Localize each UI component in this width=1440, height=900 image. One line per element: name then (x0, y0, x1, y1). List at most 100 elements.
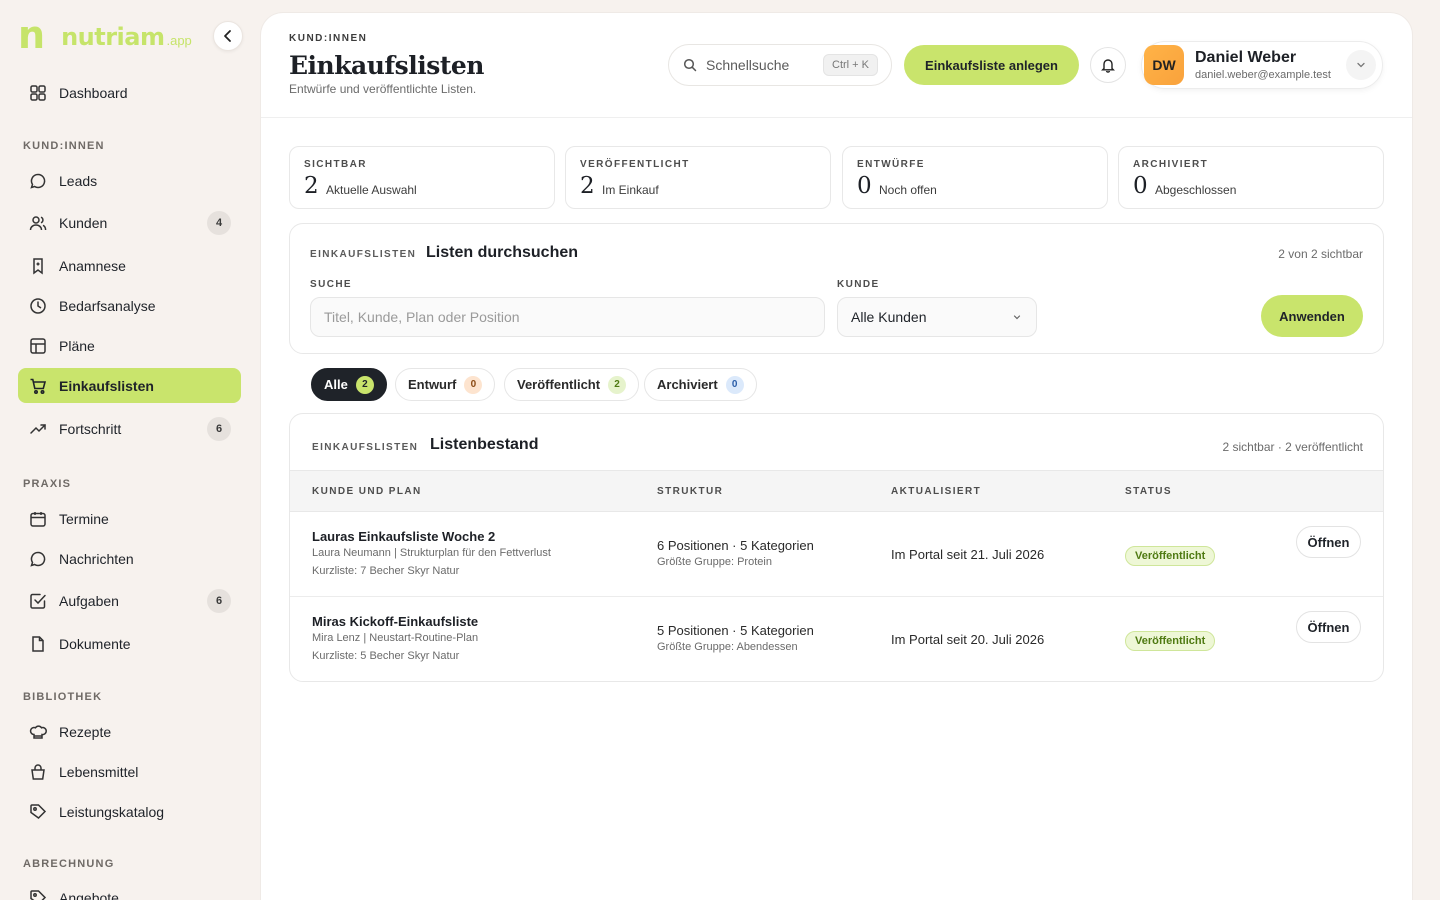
nav-section-title: ABRECHNUNG (23, 858, 115, 870)
chip-count: 0 (725, 375, 744, 394)
sidebar-item-label: Pläne (59, 337, 95, 354)
sidebar-item-fortschritt[interactable]: Fortschritt 6 (18, 411, 241, 446)
sidebar-item-label: Leistungskatalog (59, 803, 165, 820)
sidebar-item-label: Lebensmittel (59, 763, 139, 780)
count-badge: 4 (207, 211, 231, 235)
sidebar-item-label: Angebote (59, 889, 119, 900)
stat-label: SICHTBAR (304, 159, 367, 170)
chip-label: Archiviert (657, 377, 718, 392)
chip-count: 0 (464, 375, 483, 394)
list-customer-plan: Laura Neumann | Strukturplan für den Fet… (312, 547, 551, 559)
brand-logo[interactable]: n nutriam .app (18, 16, 192, 54)
table-header: KUNDE UND PLAN STRUKTUR AKTUALISIERT STA… (290, 470, 1383, 512)
list-title: Miras Kickoff-Einkaufsliste (312, 614, 479, 629)
sidebar-item-termine[interactable]: Termine (18, 501, 241, 536)
chip-label: Veröffentlicht (517, 377, 601, 392)
stat-card-veroeffentlicht: VERÖFFENTLICHT 2 Im Einkauf (565, 146, 831, 209)
customer-select[interactable]: Alle Kunden (837, 297, 1037, 337)
column-header: AKTUALISIERT (891, 486, 982, 497)
user-email: daniel.weber@example.test (1195, 69, 1331, 81)
chevron-down-icon (1357, 62, 1365, 68)
create-list-button[interactable]: Einkaufsliste anlegen (904, 45, 1079, 85)
nav-section-title: KUND:INNEN (23, 140, 105, 152)
filter-chip-alle[interactable]: Alle 2 (311, 368, 387, 401)
clock-icon (28, 296, 48, 316)
list-largest-group: Größte Gruppe: Abendessen (657, 641, 798, 653)
stat-label: ARCHIVIERT (1133, 159, 1209, 170)
file-icon (28, 634, 48, 654)
page-subtitle: Entwürfe und veröffentlichte Listen. (289, 82, 477, 96)
sidebar-item-leistungskatalog[interactable]: Leistungskatalog (18, 794, 241, 829)
brand-word: nutriam (61, 23, 165, 51)
stat-label: ENTWÜRFE (857, 159, 925, 170)
filter-chip-entwurf[interactable]: Entwurf 0 (395, 368, 496, 401)
table-row: Miras Kickoff-Einkaufsliste Mira Lenz | … (290, 597, 1383, 681)
list-shortlist: Kurzliste: 5 Becher Skyr Natur (312, 650, 460, 662)
sidebar-item-angebote[interactable]: Angebote (18, 880, 241, 900)
sidebar-item-bedarfsanalyse[interactable]: Bedarfsanalyse (18, 288, 241, 323)
panel-kicker: EINKAUFSLISTEN (312, 442, 419, 453)
avatar: DW (1144, 45, 1184, 85)
sidebar-item-kunden[interactable]: Kunden 4 (18, 205, 241, 240)
search-icon (683, 58, 697, 72)
tag-icon (28, 802, 48, 822)
sidebar-item-lebensmittel[interactable]: Lebensmittel (18, 754, 241, 789)
user-menu-toggle[interactable] (1346, 50, 1376, 80)
apply-button[interactable]: Anwenden (1261, 295, 1363, 337)
status-badge: Veröffentlicht (1125, 631, 1216, 651)
header-divider (261, 117, 1412, 118)
sidebar-item-dokumente[interactable]: Dokumente (18, 626, 241, 661)
sidebar-item-rezepte[interactable]: Rezepte (18, 714, 241, 749)
quick-search[interactable]: Schnellsuche Ctrl + K (668, 44, 892, 86)
sidebar-item-dashboard[interactable]: Dashboard (18, 75, 241, 110)
chevron-down-icon (1013, 315, 1021, 320)
chat-icon (28, 171, 48, 191)
sidebar-item-aufgaben[interactable]: Aufgaben 6 (18, 583, 241, 618)
bell-icon (1101, 59, 1115, 73)
list-structure: 6 Positionen · 5 Kategorien (657, 538, 814, 553)
stat-desc: Im Einkauf (602, 183, 659, 197)
open-button[interactable]: Öffnen (1296, 526, 1361, 558)
check-square-icon (28, 591, 48, 611)
sidebar-item-label: Dokumente (59, 635, 131, 652)
sidebar-item-label: Einkaufslisten (59, 377, 154, 394)
main-content: KUND:INNEN Einkaufslisten Entwürfe und v… (261, 13, 1412, 900)
sidebar-collapse-button[interactable] (213, 21, 243, 51)
trend-icon (28, 419, 48, 439)
sidebar-item-label: Nachrichten (59, 550, 134, 567)
notifications-button[interactable] (1090, 47, 1126, 83)
sidebar-item-nachrichten[interactable]: Nachrichten (18, 541, 241, 576)
cart-icon (28, 376, 48, 396)
count-badge: 6 (207, 589, 231, 613)
sidebar-item-label: Bedarfsanalyse (59, 297, 156, 314)
sidebar-item-anamnese[interactable]: Anamnese (18, 248, 241, 283)
stat-desc: Noch offen (879, 183, 937, 197)
sidebar-item-label: Anamnese (59, 257, 126, 274)
customer-select-value: Alle Kunden (851, 309, 927, 325)
bookmark-icon (28, 256, 48, 276)
sidebar-item-label: Aufgaben (59, 592, 119, 609)
nav-section-title: PRAXIS (23, 478, 72, 490)
sidebar-item-plaene[interactable]: Pläne (18, 328, 241, 363)
stat-value: 2 (580, 173, 595, 199)
sidebar: n nutriam .app Dashboard KUND:INNEN Lead… (0, 0, 260, 900)
list-summary: 2 sichtbar · 2 veröffentlicht (1222, 440, 1363, 454)
list-panel: EINKAUFSLISTEN Listenbestand 2 sichtbar … (289, 413, 1384, 682)
user-name: Daniel Weber (1195, 49, 1297, 66)
list-search-input[interactable]: Titel, Kunde, Plan oder Position (310, 297, 825, 337)
customer-field-label: KUNDE (837, 279, 880, 290)
filter-panel: EINKAUFSLISTEN Listen durchsuchen 2 von … (289, 223, 1384, 354)
open-button[interactable]: Öffnen (1296, 611, 1361, 643)
stat-value: 2 (304, 173, 319, 199)
count-badge: 6 (207, 417, 231, 441)
user-menu[interactable]: DW Daniel Weber daniel.weber@example.tes… (1141, 41, 1383, 89)
sidebar-item-label: Termine (59, 510, 109, 527)
sidebar-item-leads[interactable]: Leads (18, 163, 241, 198)
panel-title: Listen durchsuchen (426, 244, 579, 261)
list-largest-group: Größte Gruppe: Protein (657, 556, 772, 568)
filter-chip-veroeffentlicht[interactable]: Veröffentlicht 2 (504, 368, 640, 401)
sidebar-item-einkaufslisten[interactable]: Einkaufslisten (18, 368, 241, 403)
chevron-left-icon (224, 30, 231, 42)
list-updated: Im Portal seit 20. Juli 2026 (891, 632, 1045, 647)
filter-chip-archiviert[interactable]: Archiviert 0 (644, 368, 757, 401)
